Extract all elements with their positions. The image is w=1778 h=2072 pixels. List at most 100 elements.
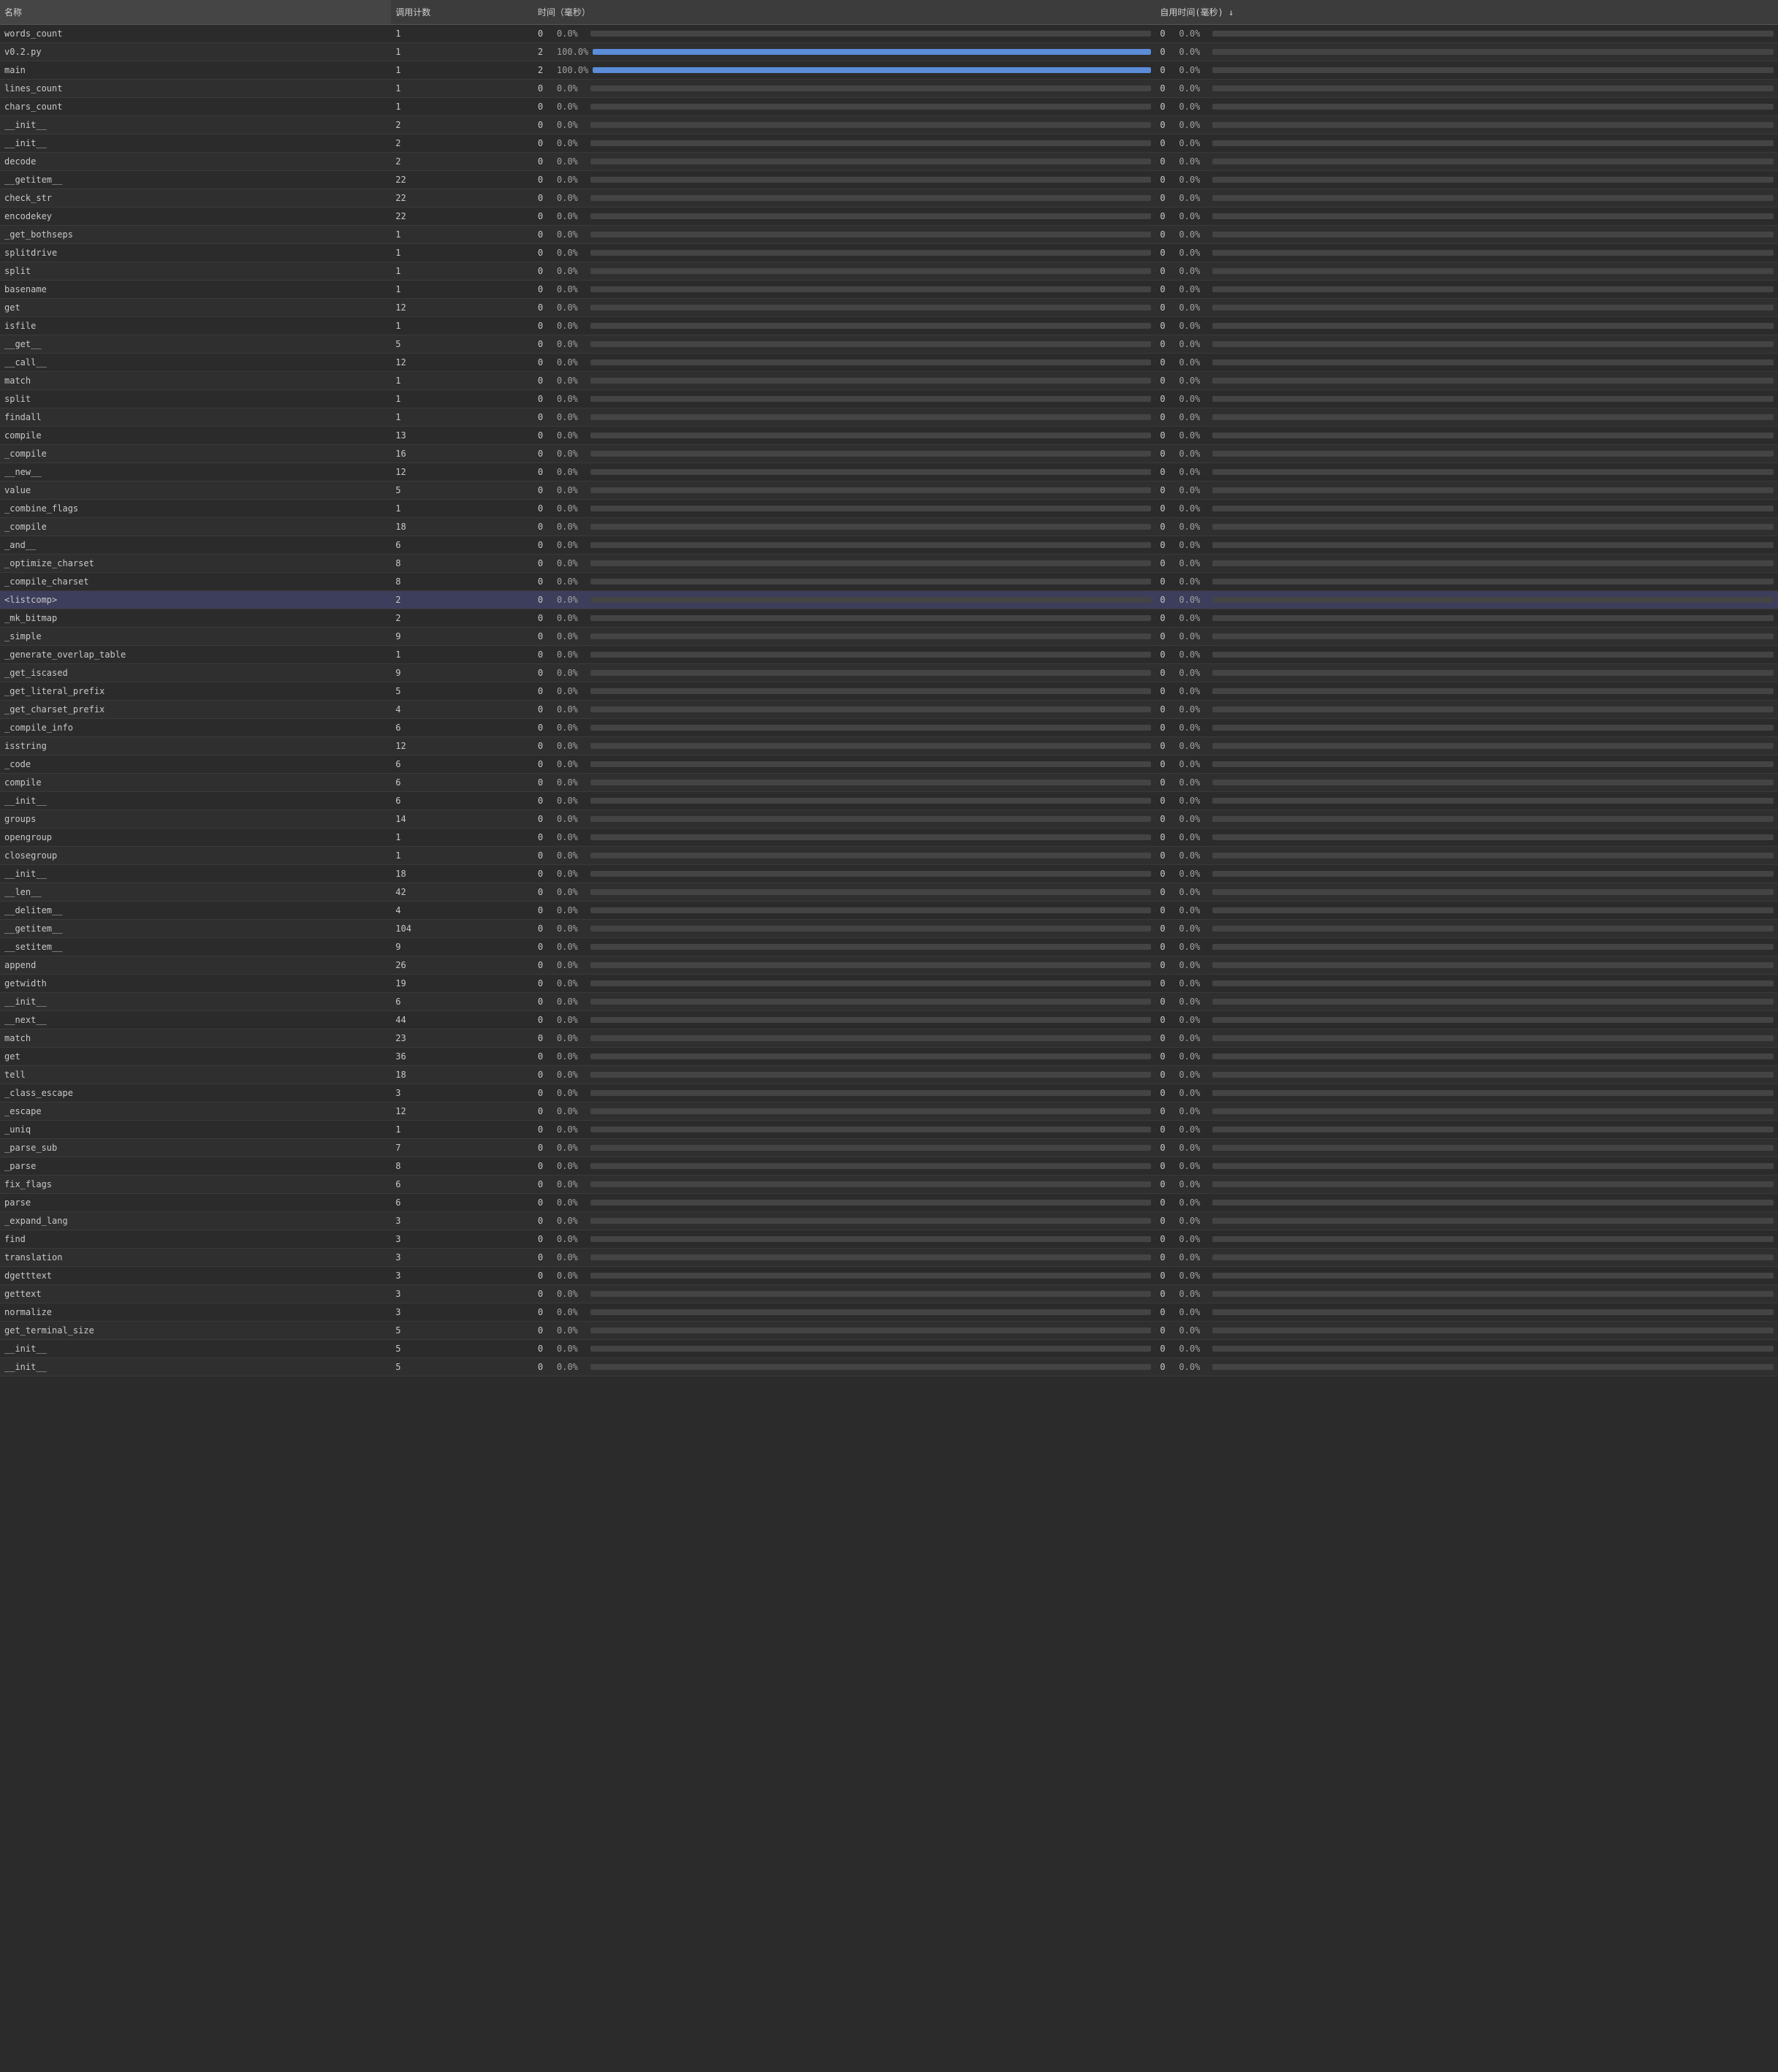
- table-row[interactable]: __init__500.0%00.0%: [0, 1358, 1778, 1376]
- table-row[interactable]: _parse800.0%00.0%: [0, 1157, 1778, 1176]
- table-row[interactable]: __init__600.0%00.0%: [0, 993, 1778, 1011]
- table-row[interactable]: chars_count100.0%00.0%: [0, 98, 1778, 116]
- table-row[interactable]: fix_flags600.0%00.0%: [0, 1176, 1778, 1194]
- row-selftime: 00.0%: [1155, 61, 1778, 80]
- table-row[interactable]: <listcomp>200.0%00.0%: [0, 591, 1778, 609]
- header-time[interactable]: 时间（毫秒）: [533, 0, 1156, 25]
- row-name: __init__: [0, 134, 391, 153]
- row-name: translation: [0, 1249, 391, 1267]
- row-name: __setitem__: [0, 938, 391, 956]
- table-row[interactable]: split100.0%00.0%: [0, 262, 1778, 281]
- table-row[interactable]: __init__600.0%00.0%: [0, 792, 1778, 810]
- table-row[interactable]: __getitem__2200.0%00.0%: [0, 171, 1778, 189]
- table-row[interactable]: match100.0%00.0%: [0, 372, 1778, 390]
- row-selftime: 00.0%: [1155, 701, 1778, 719]
- table-row[interactable]: lines_count100.0%00.0%: [0, 80, 1778, 98]
- table-row[interactable]: value500.0%00.0%: [0, 481, 1778, 500]
- table-row[interactable]: append2600.0%00.0%: [0, 956, 1778, 975]
- table-row[interactable]: match2300.0%00.0%: [0, 1029, 1778, 1048]
- table-row[interactable]: _compile_charset800.0%00.0%: [0, 573, 1778, 591]
- header-calls[interactable]: 调用计数: [391, 0, 533, 25]
- table-row[interactable]: _combine_flags100.0%00.0%: [0, 500, 1778, 518]
- table-row[interactable]: isstring1200.0%00.0%: [0, 737, 1778, 755]
- table-row[interactable]: isfile100.0%00.0%: [0, 317, 1778, 335]
- table-row[interactable]: _class_escape300.0%00.0%: [0, 1084, 1778, 1102]
- table-row[interactable]: _get_charset_prefix400.0%00.0%: [0, 701, 1778, 719]
- table-row[interactable]: splitdrive100.0%00.0%: [0, 244, 1778, 262]
- table-row[interactable]: get3600.0%00.0%: [0, 1048, 1778, 1066]
- table-row[interactable]: closegroup100.0%00.0%: [0, 847, 1778, 865]
- table-row[interactable]: gettext300.0%00.0%: [0, 1285, 1778, 1303]
- table-row[interactable]: __init__200.0%00.0%: [0, 116, 1778, 134]
- table-row[interactable]: tell1800.0%00.0%: [0, 1066, 1778, 1084]
- table-row[interactable]: _escape1200.0%00.0%: [0, 1102, 1778, 1121]
- table-row[interactable]: _optimize_charset800.0%00.0%: [0, 555, 1778, 573]
- row-time: 00.0%: [533, 701, 1156, 719]
- table-row[interactable]: _simple900.0%00.0%: [0, 628, 1778, 646]
- row-name: _optimize_charset: [0, 555, 391, 573]
- table-row[interactable]: _uniq100.0%00.0%: [0, 1121, 1778, 1139]
- table-row[interactable]: __init__500.0%00.0%: [0, 1340, 1778, 1358]
- table-row[interactable]: groups1400.0%00.0%: [0, 810, 1778, 829]
- table-row[interactable]: _get_iscased900.0%00.0%: [0, 664, 1778, 682]
- table-row[interactable]: _get_bothseps100.0%00.0%: [0, 226, 1778, 244]
- table-row[interactable]: __new__1200.0%00.0%: [0, 463, 1778, 481]
- table-row[interactable]: __next__4400.0%00.0%: [0, 1011, 1778, 1029]
- row-time: 00.0%: [533, 463, 1156, 481]
- table-row[interactable]: __setitem__900.0%00.0%: [0, 938, 1778, 956]
- table-row[interactable]: basename100.0%00.0%: [0, 281, 1778, 299]
- row-calls: 3: [391, 1249, 533, 1267]
- table-row[interactable]: _compile1800.0%00.0%: [0, 518, 1778, 536]
- table-row[interactable]: _parse_sub700.0%00.0%: [0, 1139, 1778, 1157]
- table-row[interactable]: main12100.0%00.0%: [0, 61, 1778, 80]
- row-name: <listcomp>: [0, 591, 391, 609]
- table-row[interactable]: __init__200.0%00.0%: [0, 134, 1778, 153]
- table-row[interactable]: _compile1600.0%00.0%: [0, 445, 1778, 463]
- row-calls: 18: [391, 518, 533, 536]
- table-row[interactable]: translation300.0%00.0%: [0, 1249, 1778, 1267]
- table-row[interactable]: _expand_lang300.0%00.0%: [0, 1212, 1778, 1230]
- table-row[interactable]: decode200.0%00.0%: [0, 153, 1778, 171]
- table-row[interactable]: _generate_overlap_table100.0%00.0%: [0, 646, 1778, 664]
- table-row[interactable]: __delitem__400.0%00.0%: [0, 902, 1778, 920]
- row-name: _mk_bitmap: [0, 609, 391, 628]
- row-name: value: [0, 481, 391, 500]
- row-calls: 104: [391, 920, 533, 938]
- row-selftime: 00.0%: [1155, 390, 1778, 408]
- table-row[interactable]: getwidth1900.0%00.0%: [0, 975, 1778, 993]
- table-row[interactable]: dgetttext300.0%00.0%: [0, 1267, 1778, 1285]
- row-name: gettext: [0, 1285, 391, 1303]
- table-row[interactable]: compile600.0%00.0%: [0, 774, 1778, 792]
- row-selftime: 00.0%: [1155, 25, 1778, 43]
- table-row[interactable]: _and__600.0%00.0%: [0, 536, 1778, 555]
- table-row[interactable]: __init__1800.0%00.0%: [0, 865, 1778, 883]
- row-calls: 23: [391, 1029, 533, 1048]
- table-row[interactable]: compile1300.0%00.0%: [0, 427, 1778, 445]
- table-row[interactable]: get_terminal_size500.0%00.0%: [0, 1322, 1778, 1340]
- table-row[interactable]: _compile_info600.0%00.0%: [0, 719, 1778, 737]
- header-selftime[interactable]: 自用时间(毫秒) ↓: [1155, 0, 1778, 25]
- table-row[interactable]: encodekey2200.0%00.0%: [0, 207, 1778, 226]
- table-row[interactable]: _mk_bitmap200.0%00.0%: [0, 609, 1778, 628]
- table-row[interactable]: normalize300.0%00.0%: [0, 1303, 1778, 1322]
- table-row[interactable]: split100.0%00.0%: [0, 390, 1778, 408]
- row-time: 00.0%: [533, 536, 1156, 555]
- table-row[interactable]: find300.0%00.0%: [0, 1230, 1778, 1249]
- table-row[interactable]: opengroup100.0%00.0%: [0, 829, 1778, 847]
- table-row[interactable]: _get_literal_prefix500.0%00.0%: [0, 682, 1778, 701]
- table-row[interactable]: check_str2200.0%00.0%: [0, 189, 1778, 207]
- table-row[interactable]: v0.2.py12100.0%00.0%: [0, 43, 1778, 61]
- header-name[interactable]: 名称: [0, 0, 391, 25]
- row-time: 00.0%: [533, 1322, 1156, 1340]
- row-selftime: 00.0%: [1155, 719, 1778, 737]
- table-row[interactable]: words_count100.0%00.0%: [0, 25, 1778, 43]
- table-row[interactable]: _code600.0%00.0%: [0, 755, 1778, 774]
- table-row[interactable]: __len__4200.0%00.0%: [0, 883, 1778, 902]
- table-row[interactable]: get1200.0%00.0%: [0, 299, 1778, 317]
- table-row[interactable]: parse600.0%00.0%: [0, 1194, 1778, 1212]
- table-row[interactable]: __get__500.0%00.0%: [0, 335, 1778, 354]
- row-selftime: 00.0%: [1155, 299, 1778, 317]
- table-row[interactable]: __getitem__10400.0%00.0%: [0, 920, 1778, 938]
- table-row[interactable]: __call__1200.0%00.0%: [0, 354, 1778, 372]
- table-row[interactable]: findall100.0%00.0%: [0, 408, 1778, 427]
